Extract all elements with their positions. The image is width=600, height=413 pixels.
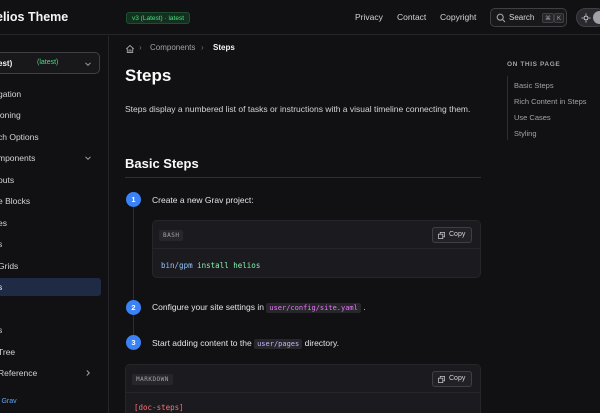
search-button[interactable]: Search ⌘ K	[490, 8, 567, 27]
shortcut-key-k: K	[554, 13, 565, 23]
sun-icon	[581, 13, 591, 23]
sidebar: est) (latest) gation ioning ch Options m…	[0, 36, 109, 413]
copy-icon	[438, 376, 445, 383]
breadcrumb-current: Steps	[213, 43, 235, 52]
step-number: 1	[126, 192, 141, 207]
code-line: [doc-steps]	[134, 403, 184, 412]
section-heading-basic-steps: Basic Steps	[125, 156, 199, 171]
copy-button[interactable]: Copy	[432, 371, 472, 387]
version-select-value: est)	[0, 59, 13, 68]
toc-item-styling[interactable]: Styling	[514, 129, 537, 138]
code-block-bash: BASH Copy bin/gpm install helios	[152, 220, 481, 278]
code-block-header: BASH Copy	[153, 221, 480, 249]
sidebar-item-code-blocks[interactable]: e Blocks	[0, 192, 101, 210]
step-text: Start adding content to the user/pages d…	[152, 338, 339, 349]
sidebar-item-reference[interactable]: Reference	[0, 364, 101, 382]
toc-heading: ON THIS PAGE	[507, 61, 561, 68]
sidebar-item-icons[interactable]: s	[0, 321, 101, 339]
toc-item-rich-content[interactable]: Rich Content in Steps	[514, 97, 587, 106]
home-icon[interactable]	[125, 44, 135, 54]
toc-item-use-cases[interactable]: Use Cases	[514, 113, 551, 122]
search-icon	[496, 13, 506, 23]
sidebar-item-file-tree[interactable]: Tree	[0, 343, 101, 361]
copy-label: Copy	[449, 231, 466, 238]
sidebar-item-label: mponents	[0, 153, 36, 163]
sidebar-item-tabs[interactable]: s	[0, 235, 101, 253]
step-number: 2	[126, 300, 141, 315]
inline-code: user/pages	[254, 339, 303, 349]
nav-link-contact[interactable]: Contact	[397, 12, 426, 22]
chevron-right-icon	[86, 370, 91, 376]
code-block-header: MARKDOWN Copy	[126, 365, 480, 393]
shortcut-key-cmd: ⌘	[542, 13, 554, 23]
version-badge: v3 (Latest) · latest	[126, 12, 191, 24]
toc-rail	[507, 76, 508, 140]
sidebar-item-badges[interactable]: es	[0, 214, 101, 232]
step-text-after: .	[363, 302, 366, 312]
nav-link-copyright[interactable]: Copyright	[440, 12, 476, 22]
section-divider	[125, 177, 481, 178]
top-bar: elios Theme v3 (Latest) · latest Privacy…	[0, 0, 600, 35]
site-title[interactable]: elios Theme	[0, 10, 68, 24]
step-text-after: directory.	[304, 338, 339, 348]
sidebar-item-card-grids[interactable]: Grids	[0, 257, 101, 275]
breadcrumb-separator: ›	[139, 43, 142, 52]
step-text: Create a new Grav project:	[152, 195, 254, 205]
nav-link-privacy[interactable]: Privacy	[355, 12, 383, 22]
sidebar-item-components[interactable]: mponents	[0, 149, 101, 167]
sidebar-item-label: Reference	[0, 368, 38, 378]
toggle-knob	[593, 11, 600, 24]
chevron-down-icon	[85, 156, 91, 161]
step-text-before: Start adding content to the	[152, 338, 252, 348]
breadcrumb-components[interactable]: Components	[150, 43, 195, 52]
breadcrumb-separator: ›	[201, 43, 204, 52]
page-title: Steps	[125, 66, 172, 85]
sidebar-item-search-options[interactable]: ch Options	[0, 128, 101, 146]
code-line: bin/gpm install helios	[161, 261, 260, 270]
sidebar-item-navigation[interactable]: gation	[0, 85, 101, 103]
code-language-label: MARKDOWN	[132, 374, 173, 385]
copy-button[interactable]: Copy	[432, 227, 472, 243]
search-label: Search	[509, 13, 535, 22]
step-text-before: Configure your site settings in	[152, 302, 264, 312]
built-by-footer: y Grav	[0, 398, 16, 405]
copy-label: Copy	[449, 375, 466, 382]
inline-code: user/config/site.yaml	[266, 303, 361, 313]
code-arguments: install helios	[197, 261, 261, 270]
page-description: Steps display a numbered list of tasks o…	[125, 104, 471, 114]
version-select-tag: (latest)	[37, 59, 59, 66]
step-text: Configure your site settings in user/con…	[152, 302, 366, 313]
theme-toggle[interactable]	[576, 8, 600, 27]
code-block-markdown: MARKDOWN Copy [doc-steps]	[125, 364, 481, 413]
sidebar-item-steps[interactable]: s	[0, 278, 101, 296]
grav-link[interactable]: Grav	[1, 398, 16, 405]
version-select[interactable]: est) (latest)	[0, 52, 100, 74]
sidebar-item-callouts[interactable]: outs	[0, 171, 101, 189]
steps-timeline-line	[133, 200, 134, 340]
copy-icon	[438, 232, 445, 239]
toc-item-basic-steps[interactable]: Basic Steps	[514, 81, 554, 90]
code-command: bin/gpm	[161, 261, 193, 270]
step-number: 3	[126, 335, 141, 350]
chevron-down-icon	[85, 62, 91, 67]
sidebar-item-versioning[interactable]: ioning	[0, 106, 101, 124]
code-language-label: BASH	[159, 230, 184, 241]
